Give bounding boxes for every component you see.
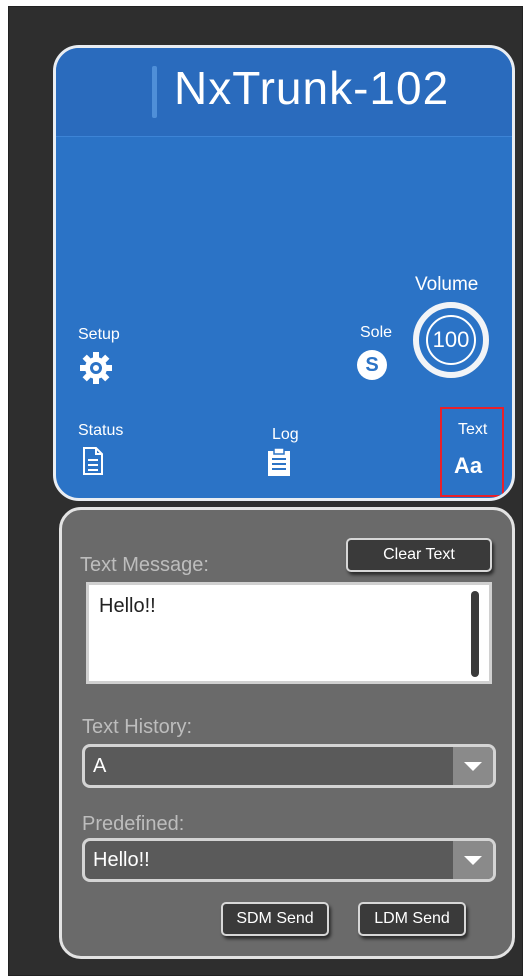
volume-value: 100	[426, 315, 476, 365]
gear-icon[interactable]	[79, 351, 113, 385]
setup-label: Setup	[78, 326, 120, 343]
text-history-dropdown[interactable]: A	[82, 744, 496, 788]
clear-text-button[interactable]: Clear Text	[346, 538, 492, 572]
device-header: NxTrunk-102	[56, 48, 512, 137]
volume-label: Volume	[415, 274, 479, 295]
text-history-label: Text History:	[82, 716, 193, 738]
document-icon[interactable]	[82, 446, 104, 476]
text-message-label: Text Message:	[80, 554, 209, 576]
device-name: NxTrunk-102	[174, 62, 450, 114]
device-panel: NxTrunk-102 Setup Volume Sole S 100 Stat…	[53, 45, 515, 501]
predefined-label: Predefined:	[82, 813, 185, 835]
status-label: Status	[78, 422, 124, 439]
log-label: Log	[272, 426, 299, 443]
text-message-input[interactable]: Hello!!	[86, 582, 492, 684]
sole-icon[interactable]: S	[357, 350, 387, 380]
text-history-value: A	[93, 755, 107, 777]
chevron-down-icon[interactable]	[453, 841, 493, 879]
text-label: Text	[458, 421, 488, 438]
sdm-send-button[interactable]: SDM Send	[221, 902, 329, 936]
predefined-value: Hello!!	[93, 849, 150, 871]
header-divider	[152, 66, 157, 118]
ldm-send-button[interactable]: LDM Send	[358, 902, 466, 936]
clipboard-icon[interactable]	[266, 447, 292, 477]
sole-label: Sole	[360, 324, 393, 341]
chevron-down-icon[interactable]	[453, 747, 493, 785]
text-message-value: Hello!!	[99, 595, 156, 617]
app-window: NxTrunk-102 Setup Volume Sole S 100 Stat…	[8, 6, 523, 976]
text-message-panel: Text Message: Clear Text Hello!! Text Hi…	[59, 507, 515, 959]
text-mode-button[interactable]: Text Aa	[440, 407, 504, 497]
font-aa-icon: Aa	[454, 453, 483, 478]
predefined-dropdown[interactable]: Hello!!	[82, 838, 496, 882]
message-scrollbar[interactable]	[471, 591, 479, 677]
volume-knob[interactable]: 100	[413, 302, 489, 378]
